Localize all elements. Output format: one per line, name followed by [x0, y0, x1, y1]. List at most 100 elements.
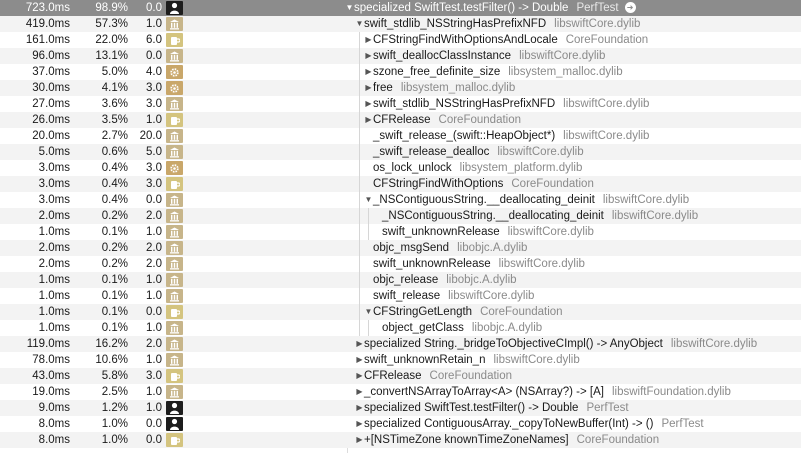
symbol-name: _convertNSArrayToArray<A> (NSArray?) -> …: [364, 386, 604, 398]
building-columns-icon: [166, 209, 183, 223]
symbol-name: CFStringFindWithOptions: [373, 178, 504, 190]
library-name: CoreFoundation: [565, 34, 649, 46]
library-name: PerfTest: [661, 418, 704, 430]
mug-icon: [166, 433, 183, 447]
symbol-name: CFStringGetLength: [373, 306, 473, 318]
indent-guide: [359, 256, 360, 272]
call-tree-row[interactable]: 96.0ms 13.1% 0.0 ▶swift_deallocClassInstanc…: [0, 48, 801, 64]
disclosure-triangle-icon[interactable]: ▶: [355, 368, 364, 384]
library-name: CoreFoundation: [438, 114, 522, 126]
mug-icon: [166, 177, 183, 191]
indent-guide: [359, 304, 360, 320]
running-percent: 0.1%: [101, 274, 128, 286]
symbol-cell: ▶specialized SwiftTest.testFilter() -> D…: [355, 400, 801, 416]
call-tree-row[interactable]: 161.0ms 22.0% 6.0 ▶CFStringFindWithOptionsA…: [0, 32, 801, 48]
running-time: 1.0ms: [38, 290, 70, 302]
running-time: 9.0ms: [38, 402, 70, 414]
symbol-name: specialized SwiftTest.testFilter() -> Do…: [354, 2, 569, 14]
call-tree-row[interactable]: 8.0ms 1.0% 0.0 ▶specialized ContiguousArray…: [0, 416, 801, 432]
call-tree-row[interactable]: 1.0ms 0.1% 1.0 object_getClass libobjc.A.dyl…: [0, 320, 801, 336]
running-percent: 5.8%: [101, 370, 128, 382]
disclosure-triangle-icon[interactable]: ▶: [364, 112, 373, 128]
call-tree-row[interactable]: 20.0ms 2.7% 20.0 _swift_release_(swift::Hea…: [0, 128, 801, 144]
self-weight: 1.0: [146, 114, 162, 126]
disclosure-triangle-icon[interactable]: ▼: [345, 0, 354, 16]
user-silhouette-icon: [166, 417, 183, 431]
call-tree-row[interactable]: 19.0ms 2.5% 1.0 ▶_convertNSArrayToArray<A> …: [0, 384, 801, 400]
building-columns-icon: [166, 49, 183, 63]
library-name: libswiftCore.dylib: [554, 18, 641, 30]
running-time: 2.0ms: [38, 210, 70, 222]
self-weight: 2.0: [146, 338, 162, 350]
call-tree-row[interactable]: 1.0ms 0.1% 1.0 swift_release libswiftCore.dy…: [0, 288, 801, 304]
library-name: libswiftCore.dylib: [448, 290, 535, 302]
symbol-name: _swift_release_(swift::HeapObject*): [373, 130, 556, 142]
running-time: 19.0ms: [32, 386, 70, 398]
symbol-cell: _NSContiguousString.__deallocating_deini…: [373, 208, 801, 224]
disclosure-triangle-icon[interactable]: ▶: [355, 400, 364, 416]
call-tree-row[interactable]: 1.0ms 0.1% 1.0 objc_release libobjc.A.dylib: [0, 272, 801, 288]
indent-guide: [359, 272, 360, 288]
indent-guide: [359, 320, 360, 336]
self-weight: 1.0: [146, 290, 162, 302]
call-tree-row[interactable]: 3.0ms 0.4% 0.0 ▼_NSContiguousString.__deall…: [0, 192, 801, 208]
call-tree-row[interactable]: 3.0ms 0.4% 3.0 CFStringFindWithOptions CoreF…: [0, 176, 801, 192]
call-tree-row[interactable]: 2.0ms 0.2% 2.0 _NSContiguousString.__deallo…: [0, 208, 801, 224]
call-tree-row[interactable]: 419.0ms 57.3% 1.0 ▼swift_stdlib_NSStringHas…: [0, 16, 801, 32]
indent-guide: [359, 64, 360, 80]
running-time: 119.0ms: [26, 338, 70, 350]
disclosure-triangle-icon[interactable]: ▶: [364, 80, 373, 96]
call-tree-row[interactable]: 30.0ms 4.1% 3.0 ▶free libsystem_malloc.dylib: [0, 80, 801, 96]
call-tree-row[interactable]: 8.0ms 1.0% 0.0 ▶+[NSTimeZone knownTimeZoneN…: [0, 432, 801, 448]
symbol-cell: ▶CFStringFindWithOptionsAndLocale CoreFou…: [364, 32, 801, 48]
focus-arrow-icon[interactable]: ➜: [624, 2, 636, 14]
call-tree-row[interactable]: 119.0ms 16.2% 2.0 ▶specialized String._brid…: [0, 336, 801, 352]
running-percent: 1.2%: [101, 402, 128, 414]
running-time: 37.0ms: [32, 66, 70, 78]
disclosure-triangle-icon[interactable]: ▼: [364, 192, 373, 208]
disclosure-triangle-icon[interactable]: ▶: [355, 336, 364, 352]
disclosure-triangle-icon[interactable]: ▶: [355, 352, 364, 368]
symbol-cell: ▶szone_free_definite_size libsystem_mallo…: [364, 64, 801, 80]
symbol-cell: CFStringFindWithOptions CoreFoundation: [364, 176, 801, 192]
indent-guide: [368, 224, 369, 240]
disclosure-triangle-icon[interactable]: ▶: [355, 432, 364, 448]
disclosure-triangle-icon[interactable]: ▼: [355, 16, 364, 32]
mug-icon: [166, 369, 183, 383]
running-percent: 0.2%: [101, 258, 128, 270]
call-tree-row[interactable]: 9.0ms 1.2% 1.0 ▶specialized SwiftTest.testF…: [0, 400, 801, 416]
symbol-cell: ▶free libsystem_malloc.dylib: [364, 80, 801, 96]
call-tree-row[interactable]: 43.0ms 5.8% 3.0 ▶CFRelease CoreFoundation: [0, 368, 801, 384]
call-tree-row[interactable]: 78.0ms 10.6% 1.0 ▶swift_unknownRetain_n libs…: [0, 352, 801, 368]
call-tree-row[interactable]: 1.0ms 0.1% 1.0 swift_unknownRelease libswift…: [0, 224, 801, 240]
disclosure-triangle-icon[interactable]: ▶: [364, 64, 373, 80]
library-name: libswiftCore.dylib: [498, 258, 585, 270]
running-percent: 0.4%: [101, 194, 128, 206]
call-tree-row[interactable]: 3.0ms 0.4% 3.0 os_lock_unlock libsystem_plat…: [0, 160, 801, 176]
disclosure-triangle-icon[interactable]: ▶: [355, 384, 364, 400]
call-tree-row[interactable]: 37.0ms 5.0% 4.0 ▶szone_free_definite_size li…: [0, 64, 801, 80]
library-name: libswiftFoundation.dylib: [611, 386, 731, 398]
disclosure-triangle-icon[interactable]: ▶: [364, 48, 373, 64]
call-tree-row[interactable]: 27.0ms 3.6% 3.0 ▶swift_stdlib_NSStringHasPr…: [0, 96, 801, 112]
self-weight: 0.0: [146, 50, 162, 62]
self-weight: 2.0: [146, 258, 162, 270]
library-name: libswiftCore.dylib: [602, 194, 690, 206]
call-tree-row[interactable]: 2.0ms 0.2% 2.0 objc_msgSend libobjc.A.dylib: [0, 240, 801, 256]
disclosure-triangle-icon[interactable]: ▼: [364, 304, 373, 320]
symbol-cell: _swift_release_(swift::HeapObject*) libsw…: [364, 128, 801, 144]
running-time: 1.0ms: [38, 306, 70, 318]
disclosure-triangle-icon[interactable]: ▶: [355, 416, 364, 432]
disclosure-triangle-icon[interactable]: ▶: [364, 96, 373, 112]
call-tree-row[interactable]: 2.0ms 0.2% 2.0 swift_unknownRelease libswift…: [0, 256, 801, 272]
call-tree-row[interactable]: 5.0ms 0.6% 5.0 _swift_release_dealloc libswi…: [0, 144, 801, 160]
self-weight: 2.0: [146, 210, 162, 222]
running-percent: 3.6%: [101, 98, 128, 110]
call-tree-row[interactable]: 1.0ms 0.1% 0.0 ▼CFStringGetLength CoreFounda…: [0, 304, 801, 320]
call-tree-row[interactable]: 26.0ms 3.5% 1.0 ▶CFRelease CoreFoundation: [0, 112, 801, 128]
self-weight: 4.0: [146, 66, 162, 78]
symbol-name: swift_release: [373, 290, 441, 302]
self-weight: 3.0: [146, 162, 162, 174]
call-tree-row-selected[interactable]: 723.0ms 98.9% 0.0 ▼specialized SwiftTest…: [0, 0, 801, 16]
disclosure-triangle-icon[interactable]: ▶: [364, 32, 373, 48]
